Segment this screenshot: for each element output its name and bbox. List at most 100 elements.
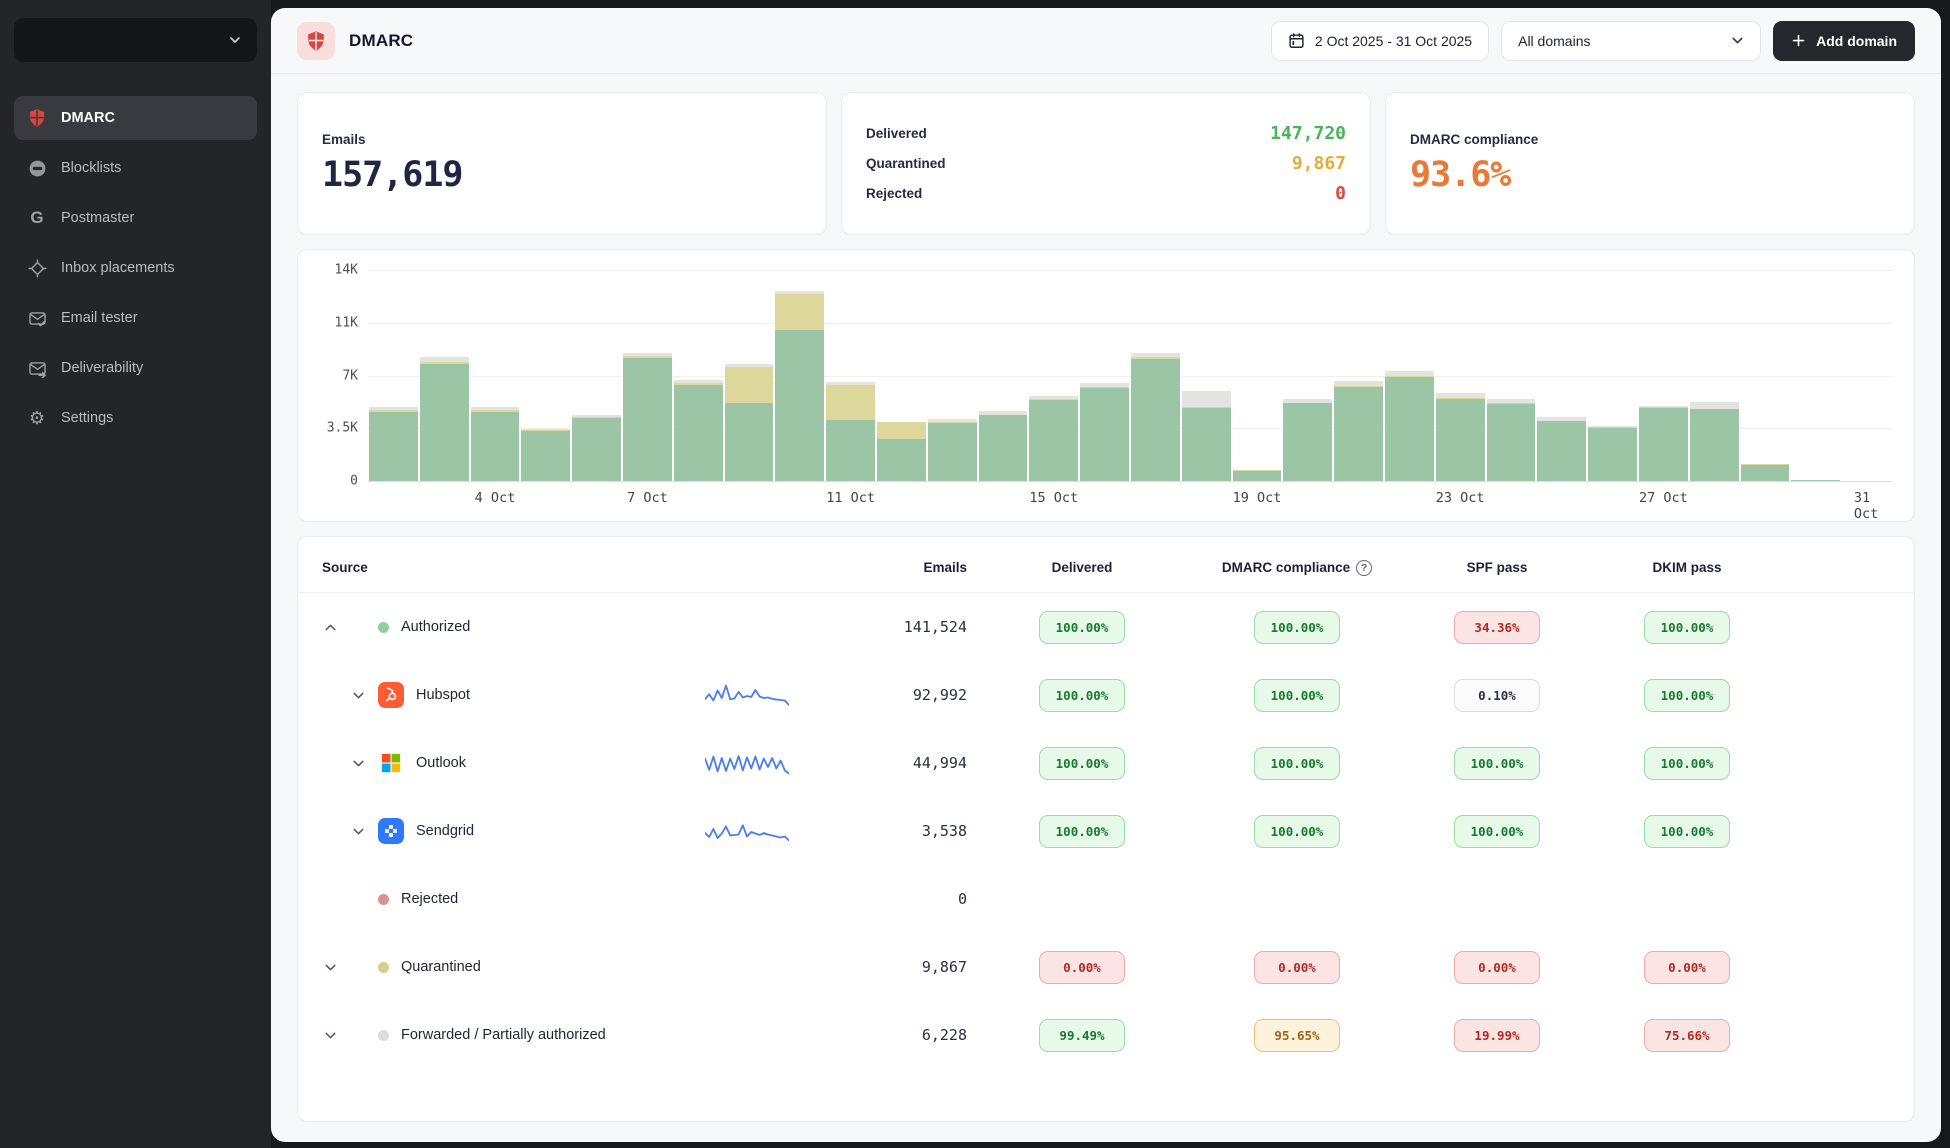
chart-bar[interactable]: [1740, 270, 1791, 481]
percent-badge: 100.00%: [1039, 747, 1125, 780]
sidebar-item-email-tester[interactable]: Email tester: [14, 296, 257, 340]
chart-bar[interactable]: [1790, 270, 1841, 481]
percent-badge: 75.66%: [1644, 1019, 1730, 1052]
compliance-card: DMARC compliance 93.6%: [1385, 92, 1915, 235]
chart-bar[interactable]: [1282, 270, 1333, 481]
chart-bar[interactable]: [927, 270, 978, 481]
chart-bar[interactable]: [470, 270, 521, 481]
chevron-down-icon[interactable]: [350, 755, 367, 772]
chart-bar[interactable]: [1638, 270, 1689, 481]
percent-badge: 100.00%: [1254, 815, 1340, 848]
x-tick-label: 7 Oct: [627, 490, 668, 506]
table-row[interactable]: Authorized 141,524 100.00% 100.00% 34.36…: [298, 593, 1914, 661]
help-icon[interactable]: ?: [1356, 560, 1372, 576]
chart-bar[interactable]: [1079, 270, 1130, 481]
chevron-down-icon[interactable]: [322, 1027, 339, 1044]
chart-bar[interactable]: [1181, 270, 1232, 481]
chart-bar[interactable]: [1232, 270, 1283, 481]
chart-bar[interactable]: [1028, 270, 1079, 481]
chart-bar[interactable]: [978, 270, 1029, 481]
chart-bar[interactable]: [1384, 270, 1435, 481]
chart-bar[interactable]: [520, 270, 571, 481]
percent-badge: 100.00%: [1644, 815, 1730, 848]
shield-icon: [26, 107, 48, 129]
sidebar-item-label: Settings: [61, 410, 113, 426]
y-tick-label: 14K: [335, 263, 358, 278]
chart-bar[interactable]: [673, 270, 724, 481]
workspace-switcher[interactable]: [14, 18, 257, 62]
x-tick-label: 19 Oct: [1233, 490, 1282, 506]
chart-bar[interactable]: [1486, 270, 1537, 481]
chart-bar[interactable]: [622, 270, 673, 481]
percent-badge: 0.00%: [1644, 951, 1730, 984]
date-range-picker[interactable]: 2 Oct 2025 - 31 Oct 2025: [1271, 21, 1489, 61]
chart-bar[interactable]: [1841, 270, 1892, 481]
col-source: Source: [322, 560, 662, 575]
percent-badge: 19.99%: [1454, 1019, 1540, 1052]
sidebar-item-postmaster[interactable]: G Postmaster: [14, 196, 257, 240]
chart-bar[interactable]: [876, 270, 927, 481]
percent-badge: 100.00%: [1254, 611, 1340, 644]
chevron-down-icon[interactable]: [350, 823, 367, 840]
chevron-down-icon: [1729, 32, 1746, 49]
chart-bar[interactable]: [571, 270, 622, 481]
table-row[interactable]: Forwarded / Partially authorized 6,228 9…: [298, 1001, 1914, 1069]
calendar-icon: [1288, 32, 1305, 49]
percent-badge: 100.00%: [1039, 611, 1125, 644]
emails-label: Emails: [322, 132, 802, 147]
delivery-breakdown-card: Delivered 147,720 Quarantined 9,867 Reje…: [841, 92, 1371, 235]
stats-row: Emails 157,619 Delivered 147,720 Quarant…: [297, 92, 1915, 235]
source-name: Quarantined: [401, 959, 481, 975]
chart-bar[interactable]: [1689, 270, 1740, 481]
sidebar-item-blocklists[interactable]: Blocklists: [14, 146, 257, 190]
emails-card: Emails 157,619: [297, 92, 827, 235]
chevron-down-icon[interactable]: [350, 687, 367, 704]
chevron-up-icon[interactable]: [322, 619, 339, 636]
chevron-down-icon: [227, 32, 243, 48]
percent-badge: 100.00%: [1644, 611, 1730, 644]
y-tick-label: 0: [350, 474, 358, 489]
chart-bar[interactable]: [1333, 270, 1384, 481]
x-tick-label: 31 Oct: [1854, 490, 1879, 522]
chart-bar[interactable]: [724, 270, 775, 481]
chart-bar[interactable]: [1435, 270, 1486, 481]
sidebar-item-settings[interactable]: ⚙ Settings: [14, 396, 257, 440]
table-row[interactable]: Sendgrid 3,538 100.00% 100.00% 100.00% 1…: [298, 797, 1914, 865]
chart-bar[interactable]: [825, 270, 876, 481]
plus-icon: [1791, 33, 1806, 48]
chart-bars: [368, 270, 1892, 481]
domain-filter-select[interactable]: All domains: [1501, 21, 1761, 61]
status-dot: [378, 894, 389, 905]
table-row[interactable]: Outlook 44,994 100.00% 100.00% 100.00% 1…: [298, 729, 1914, 797]
bar-segment: [1436, 399, 1485, 481]
x-tick-label: 11 Oct: [826, 490, 875, 506]
sidebar-item-deliverability[interactable]: Deliverability: [14, 346, 257, 390]
chart-bar[interactable]: [774, 270, 825, 481]
sidebar-item-label: DMARC: [61, 110, 115, 126]
sidebar-item-dmarc[interactable]: DMARC: [14, 96, 257, 140]
chevron-down-icon[interactable]: [322, 959, 339, 976]
chart-bar[interactable]: [1130, 270, 1181, 481]
chart-bar[interactable]: [368, 270, 419, 481]
chart-bar[interactable]: [1536, 270, 1587, 481]
add-domain-button[interactable]: Add domain: [1773, 21, 1915, 61]
bar-segment: [725, 403, 774, 481]
compliance-label: DMARC compliance: [1410, 132, 1890, 147]
chart-bar[interactable]: [419, 270, 470, 481]
bar-segment: [1131, 359, 1180, 481]
date-range-label: 2 Oct 2025 - 31 Oct 2025: [1315, 33, 1472, 49]
sidebar-item-inbox-placements[interactable]: Inbox placements: [14, 246, 257, 290]
table-row[interactable]: Quarantined 9,867 0.00% 0.00% 0.00% 0.00…: [298, 933, 1914, 1001]
quarantined-value: 9,867: [1292, 153, 1346, 174]
bar-segment: [826, 420, 875, 481]
chart-bar[interactable]: [1587, 270, 1638, 481]
sidebar-item-label: Email tester: [61, 310, 138, 326]
table-row[interactable]: Rejected 0: [298, 865, 1914, 933]
bar-segment: [979, 415, 1028, 481]
rejected-value: 0: [1335, 183, 1346, 204]
chart-x-labels: 4 Oct7 Oct11 Oct15 Oct19 Oct23 Oct27 Oct…: [368, 481, 1892, 511]
bar-segment: [471, 412, 520, 481]
col-delivered: Delivered: [967, 560, 1197, 575]
percent-badge: 99.49%: [1039, 1019, 1125, 1052]
table-row[interactable]: Hubspot 92,992 100.00% 100.00% 0.10% 100…: [298, 661, 1914, 729]
